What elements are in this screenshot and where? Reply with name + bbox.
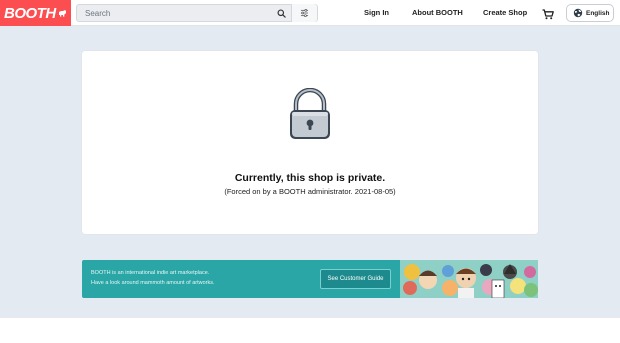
language-selector[interactable]: English: [566, 4, 614, 22]
create-shop-link[interactable]: Create Shop: [483, 8, 527, 17]
site-header: BOOTH Sign In About BOOTH C: [0, 0, 620, 26]
search-bar: [76, 4, 318, 22]
logo-text: BOOTH: [4, 4, 56, 22]
cart-button[interactable]: [542, 7, 554, 25]
customer-guide-button[interactable]: See Customer Guide: [320, 269, 391, 289]
about-booth-link[interactable]: About BOOTH: [412, 8, 463, 17]
page-footer: [0, 318, 620, 343]
private-notice-title: Currently, this shop is private.: [234, 172, 386, 184]
banner-text-line-1: BOOTH is an international indie art mark…: [91, 270, 210, 276]
logo-mark-icon: [58, 10, 66, 17]
search-input[interactable]: [77, 5, 271, 21]
filter-button[interactable]: [291, 4, 317, 22]
banner-illustration: [400, 260, 538, 303]
language-label: English: [586, 9, 610, 17]
search-icon: [276, 8, 286, 18]
search-button[interactable]: [271, 5, 291, 21]
banner-text-line-2: Have a look around mammoth amount of art…: [91, 280, 215, 286]
lock-icon-wrap: [287, 87, 333, 146]
lock-icon: [290, 87, 330, 139]
private-notice-subtitle: (Forced on by a BOOTH administrator. 202…: [224, 187, 396, 196]
sign-in-link[interactable]: Sign In: [364, 8, 389, 17]
globe-icon: [573, 8, 583, 18]
cart-icon: [542, 9, 554, 20]
filter-icon: [300, 9, 309, 17]
booth-logo[interactable]: BOOTH: [0, 0, 71, 26]
